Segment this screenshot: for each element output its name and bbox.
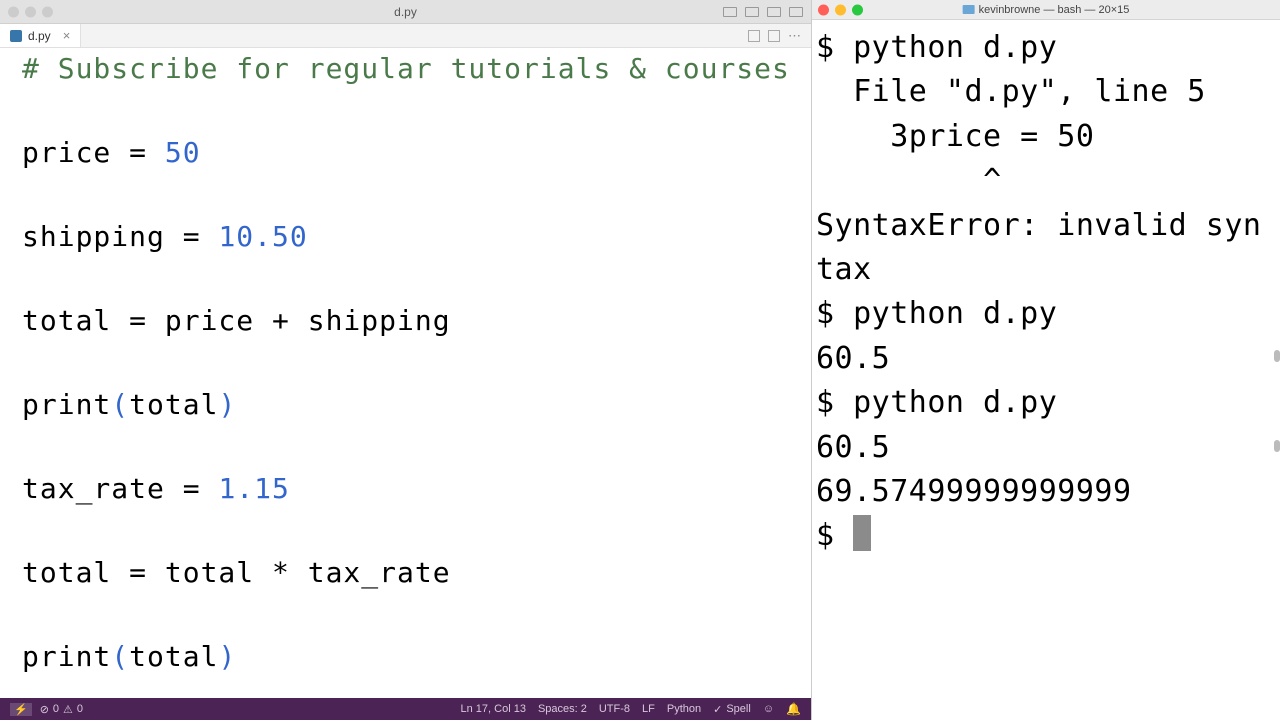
- tab-dpy[interactable]: d.py ×: [0, 24, 81, 47]
- term-line: 60.5: [816, 341, 890, 376]
- terminal-body[interactable]: $ python d.py File "d.py", line 5 3price…: [812, 20, 1280, 720]
- term-prompt: $: [816, 518, 853, 553]
- panel-bottom-icon[interactable]: [745, 7, 759, 17]
- editor-traffic-lights[interactable]: [8, 6, 53, 17]
- terminal-window: kevinbrowne — bash — 20×15 $ python d.py…: [812, 0, 1280, 720]
- status-spaces[interactable]: Spaces: 2: [538, 703, 587, 715]
- panel-layout-icon[interactable]: [789, 7, 803, 17]
- terminal-title: kevinbrowne — bash — 20×15: [979, 4, 1130, 16]
- compare-icon[interactable]: [748, 30, 760, 42]
- terminal-scrollbar[interactable]: [1274, 440, 1280, 452]
- tab-bar: d.py × ⋯: [0, 24, 811, 48]
- editor-layout-icons: [723, 7, 803, 17]
- editor-titlebar[interactable]: d.py: [0, 0, 811, 24]
- editor-window: d.py d.py × ⋯ # Subscribe for regular tu…: [0, 0, 812, 720]
- close-icon[interactable]: [818, 4, 829, 15]
- status-errors[interactable]: ⊘0 ⚠0: [40, 703, 83, 716]
- split-icon[interactable]: [768, 30, 780, 42]
- status-position[interactable]: Ln 17, Col 13: [461, 703, 526, 715]
- code-comment: # Subscribe for regular tutorials & cour…: [22, 52, 790, 85]
- term-line: ^: [816, 163, 1002, 198]
- bell-icon[interactable]: 🔔: [786, 702, 801, 716]
- status-language[interactable]: Python: [667, 703, 701, 715]
- tab-right-actions: ⋯: [748, 24, 811, 47]
- status-spell[interactable]: ✓ Spell: [713, 703, 751, 716]
- term-line: SyntaxError: invalid syntax: [816, 208, 1261, 287]
- term-line: $ python d.py: [816, 296, 1057, 331]
- minimize-icon[interactable]: [835, 4, 846, 15]
- term-line: $ python d.py: [816, 385, 1057, 420]
- remote-icon[interactable]: ⚡: [10, 703, 32, 716]
- code-editor[interactable]: # Subscribe for regular tutorials & cour…: [0, 48, 811, 698]
- term-line: 3price = 50: [816, 119, 1094, 154]
- more-icon[interactable]: ⋯: [788, 28, 801, 44]
- terminal-scrollbar[interactable]: [1274, 350, 1280, 362]
- terminal-titlebar[interactable]: kevinbrowne — bash — 20×15: [812, 0, 1280, 20]
- tab-label: d.py: [28, 29, 51, 43]
- close-icon[interactable]: [8, 6, 19, 17]
- term-line: $ python d.py: [816, 30, 1057, 65]
- folder-icon: [963, 5, 975, 14]
- status-eol[interactable]: LF: [642, 703, 655, 715]
- python-file-icon: [10, 30, 22, 42]
- feedback-icon[interactable]: ☺: [763, 703, 774, 715]
- term-line: 60.5: [816, 430, 890, 465]
- term-line: 69.57499999999999: [816, 474, 1132, 509]
- minimize-icon[interactable]: [25, 6, 36, 17]
- status-bar: ⚡ ⊘0 ⚠0 Ln 17, Col 13 Spaces: 2 UTF-8 LF…: [0, 698, 811, 720]
- terminal-cursor: [853, 515, 871, 551]
- status-encoding[interactable]: UTF-8: [599, 703, 630, 715]
- panel-left-icon[interactable]: [723, 7, 737, 17]
- terminal-traffic-lights[interactable]: [818, 4, 863, 15]
- editor-title: d.py: [394, 5, 417, 19]
- zoom-icon[interactable]: [852, 4, 863, 15]
- tab-close-icon[interactable]: ×: [63, 28, 71, 43]
- zoom-icon[interactable]: [42, 6, 53, 17]
- panel-right-icon[interactable]: [767, 7, 781, 17]
- term-line: File "d.py", line 5: [816, 74, 1206, 109]
